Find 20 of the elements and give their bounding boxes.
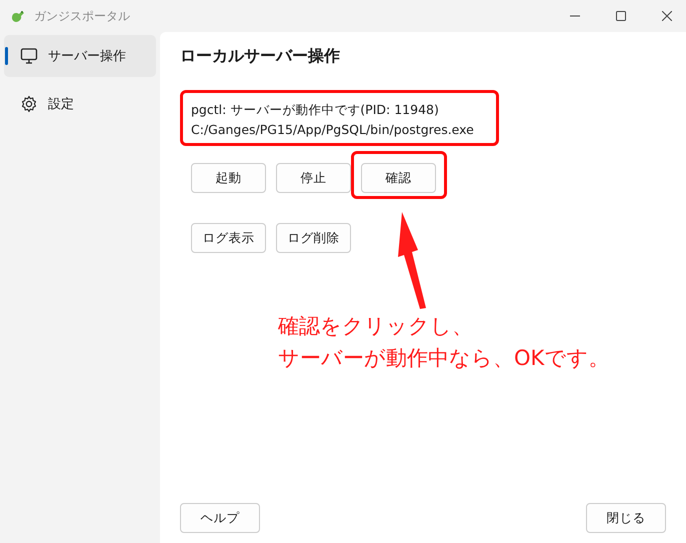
- action-button[interactable]: ログ表示: [191, 223, 266, 253]
- action-button[interactable]: 確認: [361, 163, 436, 193]
- close-button[interactable]: 閉じる: [586, 503, 666, 533]
- status-text: pgctl: サーバーが動作中です(PID: 11948): [191, 101, 440, 119]
- action-button[interactable]: 起動: [191, 163, 266, 193]
- app-logo-icon: [10, 8, 26, 24]
- sidebar-item[interactable]: 設定: [4, 83, 156, 125]
- monitor-icon: [20, 47, 38, 65]
- close-icon[interactable]: [662, 11, 672, 21]
- maximize-icon[interactable]: [616, 11, 626, 21]
- help-button[interactable]: ヘルプ: [180, 503, 260, 533]
- page-title: ローカルサーバー操作: [180, 46, 341, 67]
- annotation-text: サーバーが動作中なら、OKです。: [278, 345, 610, 372]
- settings-icon: [20, 95, 38, 113]
- annotation-text: 確認をクリックし、: [278, 313, 474, 340]
- sidebar-item[interactable]: サーバー操作: [4, 35, 156, 77]
- window-title: ガンジスポータル: [34, 8, 130, 24]
- action-button[interactable]: ログ削除: [276, 223, 351, 253]
- status-text: C:/Ganges/PG15/App/PgSQL/bin/postgres.exe: [191, 121, 475, 139]
- action-button[interactable]: 停止: [276, 163, 351, 193]
